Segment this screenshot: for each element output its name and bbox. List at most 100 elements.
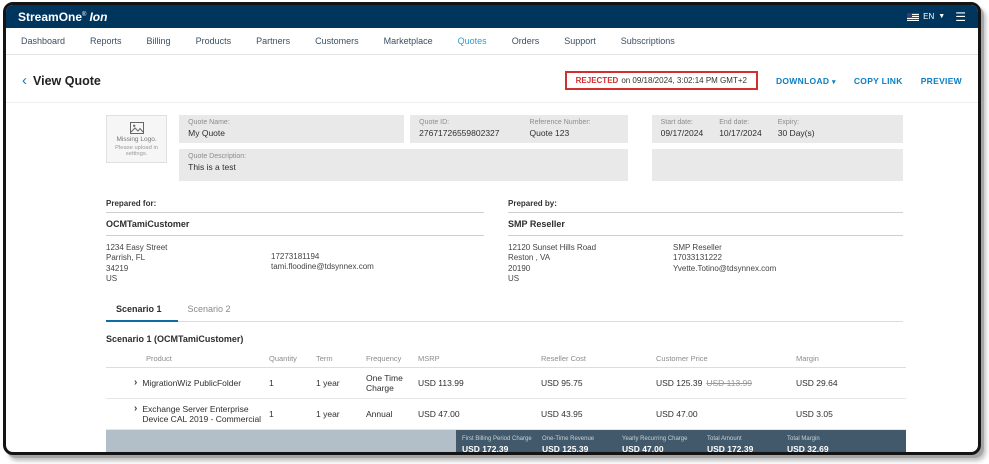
customer-price-cell: USD 47.00: [656, 409, 796, 419]
reseller-cost-cell: USD 95.75: [541, 377, 583, 388]
app-window: StreamOne® Ion EN ▼ ☰ Dashboard Reports B…: [3, 2, 981, 455]
brand-name: StreamOne: [18, 9, 83, 24]
nav-item-support[interactable]: Support: [564, 36, 596, 46]
quote-id-value: 27671726559802327: [419, 128, 500, 138]
preview-button[interactable]: PREVIEW: [921, 76, 962, 86]
total-label: Total Margin: [787, 435, 820, 442]
start-date-group: Start date: 09/17/2024: [661, 119, 704, 139]
phone-number: 17033131222: [673, 253, 722, 263]
product-cell: › Exchange Server Enterprise Device CAL …: [106, 403, 269, 424]
prepared-for-address: 1234 Easy Street Parrish, FL 34219 US: [106, 243, 271, 285]
nav-item-quotes[interactable]: Quotes: [458, 36, 487, 46]
quote-fields-left: Quote Name: My Quote Quote ID: 276717265…: [179, 115, 628, 181]
quote-description-value: This is a test: [188, 162, 236, 172]
total-label: Total Amount: [707, 435, 742, 442]
nav-item-subscriptions[interactable]: Subscriptions: [621, 36, 675, 46]
total-value: USD 47.00: [622, 443, 664, 454]
address-line: 1234 Easy Street: [106, 243, 168, 252]
customer-price: USD 47.00: [656, 408, 698, 419]
total-value: USD 172.39: [707, 443, 754, 454]
quote-description-label: Quote Description:: [188, 153, 247, 160]
quote-info-section: Missing Logo. Please upload in settings.…: [106, 115, 903, 181]
page-title: View Quote: [33, 73, 101, 88]
quantity-cell: 1: [269, 377, 274, 388]
reseller-cost-cell: USD 43.95: [541, 408, 583, 419]
topbar-right: EN ▼ ☰: [907, 11, 966, 23]
prepared-for-column: Prepared for: OCMTamiCustomer 1234 Easy …: [106, 199, 484, 285]
email-address: tami.floodine@tdsynnex.com: [271, 262, 374, 272]
missing-logo-placeholder[interactable]: Missing Logo. Please upload in settings.: [106, 115, 168, 163]
quote-description-field: Quote Description: This is a test: [179, 149, 628, 181]
address-line: 12120 Sunset Hills Road: [508, 243, 597, 252]
chevron-down-icon: ▾: [832, 78, 836, 86]
brand-logo: StreamOne® Ion: [18, 10, 107, 24]
nav-item-marketplace[interactable]: Marketplace: [384, 36, 433, 46]
customer-price: USD 125.39: [656, 377, 703, 388]
nav-item-reports[interactable]: Reports: [90, 36, 122, 46]
phone-number: 17273181194: [271, 252, 320, 261]
col-margin: Margin: [796, 353, 819, 363]
prepared-for-details: 1234 Easy Street Parrish, FL 34219 US 17…: [106, 236, 484, 285]
expand-chevron-icon[interactable]: ›: [134, 403, 137, 413]
address-line: 20190: [508, 263, 531, 273]
totals-bar: First Billing Period Charge USD 172.39 O…: [106, 429, 906, 454]
prepared-by-address: 12120 Sunset Hills Road Reston , VA 2019…: [508, 243, 673, 285]
table-row[interactable]: › Exchange Server Enterprise Device CAL …: [106, 399, 906, 430]
email-address: Yvette.Totino@tdsynnex.com: [673, 263, 777, 273]
scenario-tabs: Scenario 1 Scenario 2: [106, 299, 903, 322]
col-reseller-cost: Reseller Cost: [541, 353, 587, 363]
margin-cell: USD 29.64: [796, 377, 838, 388]
nav-item-orders[interactable]: Orders: [512, 36, 540, 46]
scenario-title: Scenario 1 (OCMTamiCustomer): [106, 333, 244, 344]
status-label: REJECTED: [575, 76, 619, 85]
language-selector[interactable]: EN ▼: [907, 12, 945, 21]
copy-link-button[interactable]: COPY LINK: [854, 76, 903, 86]
term-cell: 1 year: [316, 408, 340, 419]
total-margin: Total Margin USD 32.69: [787, 435, 906, 454]
product-cell: › MigrationWiz PublicFolder: [106, 377, 269, 388]
expand-chevron-icon[interactable]: ›: [134, 377, 137, 387]
end-date-label: End date:: [719, 119, 750, 126]
prepared-by-details: 12120 Sunset Hills Road Reston , VA 2019…: [508, 236, 903, 285]
total-value: USD 32.69: [787, 443, 829, 454]
total-value: USD 172.39: [462, 443, 509, 454]
address-line: US: [508, 274, 520, 284]
nav-item-products[interactable]: Products: [196, 36, 232, 46]
col-frequency: Frequency: [366, 353, 402, 363]
nav-item-billing[interactable]: Billing: [147, 36, 171, 46]
quote-fields-right: Start date: 09/17/2024 End date: 10/17/2…: [651, 115, 903, 181]
menu-icon[interactable]: ☰: [955, 11, 966, 23]
nav-item-partners[interactable]: Partners: [256, 36, 290, 46]
prepared-by-column: Prepared by: SMP Reseller 12120 Sunset H…: [508, 199, 903, 285]
msrp-cell: USD 113.99: [418, 377, 464, 388]
nav-item-customers[interactable]: Customers: [315, 36, 359, 46]
total-label: One-Time Revenue: [542, 435, 595, 442]
total-label: Yearly Recurring Charge: [622, 435, 688, 442]
contact-name: SMP Reseller: [673, 243, 722, 252]
quantity-cell: 1: [269, 408, 274, 419]
nav-item-dashboard[interactable]: Dashboard: [21, 36, 65, 46]
total-value: USD 125.39: [542, 443, 589, 454]
reference-number-label: Reference Number:: [529, 119, 591, 126]
table-row[interactable]: › MigrationWiz PublicFolder 1 1 year One…: [106, 368, 906, 399]
expiry-group: Expiry: 30 Day(s): [778, 119, 815, 139]
brand-product: Ion: [89, 9, 108, 24]
totals-spacer: [106, 429, 456, 452]
back-chevron-icon[interactable]: ‹: [22, 73, 27, 88]
image-placeholder-icon: [129, 121, 144, 134]
page-header: ‹ View Quote REJECTED on 09/18/2024, 3:0…: [6, 55, 978, 103]
download-button[interactable]: DOWNLOAD ▾: [776, 76, 836, 86]
reference-number-group: Reference Number: Quote 123: [530, 119, 591, 139]
quote-id-ref-field: Quote ID: 27671726559802327 Reference Nu…: [410, 115, 628, 143]
tab-scenario-1[interactable]: Scenario 1: [106, 299, 178, 322]
expiry-value: 30 Day(s): [777, 128, 815, 138]
msrp-cell: USD 47.00: [418, 408, 460, 419]
start-date-value: 09/17/2024: [660, 128, 704, 138]
prepared-by-contact: SMP Reseller 17033131222 Yvette.Totino@t…: [673, 243, 776, 285]
totals-values: First Billing Period Charge USD 172.39 O…: [456, 429, 906, 454]
frequency-cell: One Time Charge: [366, 372, 403, 393]
tab-scenario-2[interactable]: Scenario 2: [178, 299, 247, 321]
quote-empty-panel: [651, 149, 903, 181]
col-product: Product: [146, 353, 172, 363]
col-quantity: Quantity: [269, 353, 297, 363]
